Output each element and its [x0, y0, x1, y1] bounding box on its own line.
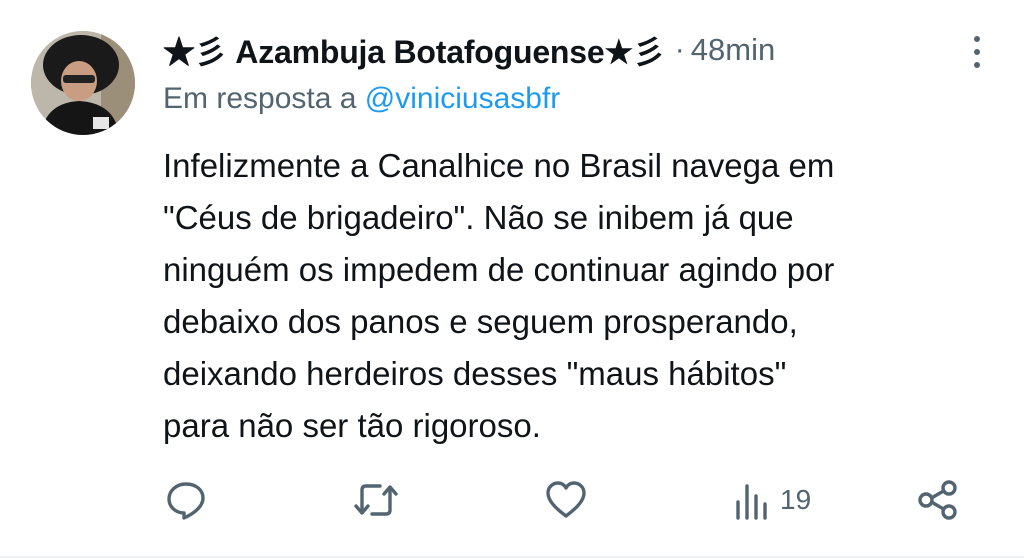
retweet-button[interactable] [352, 474, 400, 526]
separator-dot: · [674, 33, 685, 66]
reply-button[interactable] [164, 474, 208, 526]
heart-icon [546, 481, 586, 518]
timestamp[interactable]: 48min [691, 32, 775, 68]
reply-prefix: Em resposta a [163, 82, 365, 115]
vertical-dots-icon [974, 36, 980, 68]
avatar[interactable] [31, 31, 135, 135]
tweet-header: ★彡 Azambuja Botafoguense★彡 · 48min [163, 28, 775, 72]
speech-bubble-icon [167, 482, 205, 520]
share-nodes-icon [918, 480, 957, 520]
reply-context: Em resposta a @viniciusasbfr [163, 82, 560, 116]
bar-chart-icon [736, 484, 767, 520]
views-button[interactable]: 19 [732, 474, 811, 526]
action-bar: 19 [0, 474, 1024, 526]
display-name[interactable]: ★彡 Azambuja Botafoguense★彡 [163, 27, 665, 73]
tweet-card[interactable]: ★彡 Azambuja Botafoguense★彡 · 48min Em re… [0, 0, 1024, 558]
share-button[interactable] [916, 474, 960, 526]
views-count: 19 [780, 484, 812, 515]
tweet-text: Infelizmente a Canalhice no Brasil naveg… [163, 147, 835, 444]
like-button[interactable] [544, 474, 588, 526]
reply-handle-link[interactable]: @viniciusasbfr [365, 82, 561, 115]
retweet-arrows-icon [354, 484, 398, 516]
more-options-button[interactable] [970, 34, 984, 70]
